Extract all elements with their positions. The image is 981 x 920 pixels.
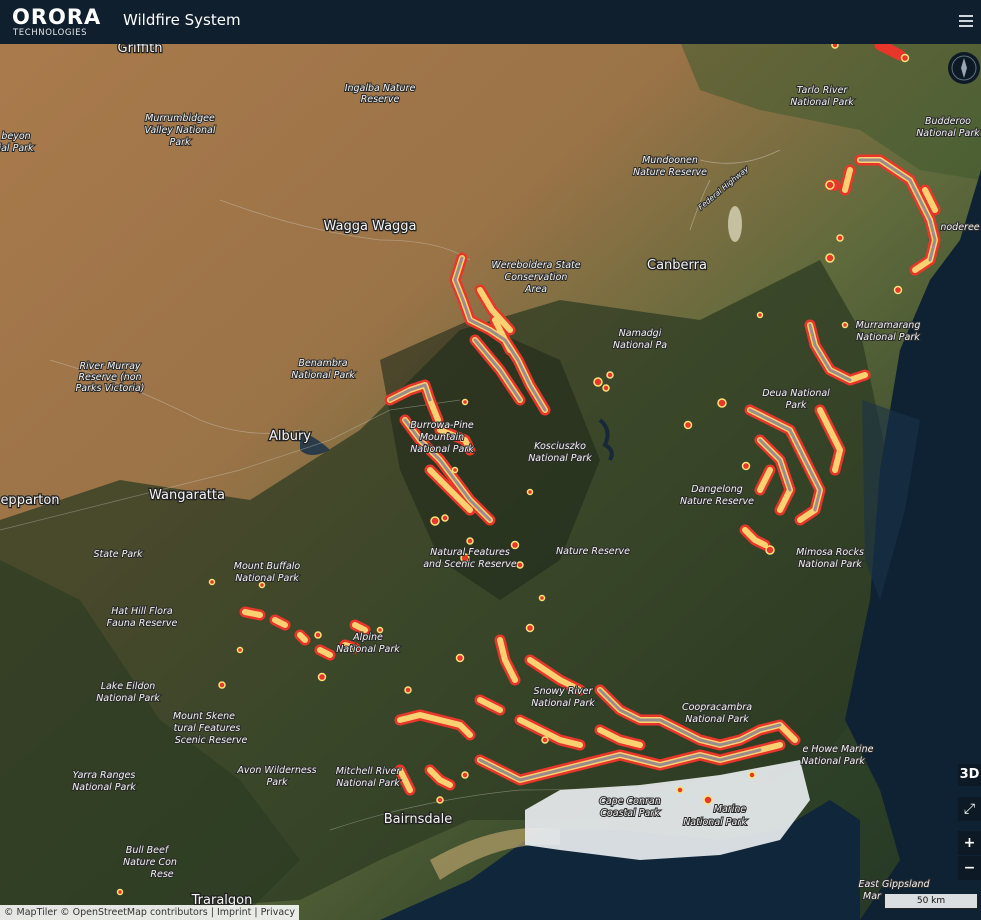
label-east-gippsland-1: East Gippsland [858, 879, 930, 890]
label-bairnsdale: Bairnsdale [384, 812, 452, 827]
label-snowy-river-2: National Park [531, 698, 595, 709]
label-burrowa-3: National Park [410, 444, 474, 455]
label-murrumbidgee-3: Park [170, 137, 191, 148]
label-alpine-1: Alpine [352, 632, 383, 643]
label-hat-hill-2: Fauna Reserve [107, 618, 178, 629]
label-burrowa-1: Burrowa-Pine [410, 420, 474, 431]
label-benambra-2: National Park [291, 370, 355, 381]
label-hat-hill-1: Hat Hill Flora [111, 606, 173, 617]
label-mount-skene-2: tural Features [174, 723, 241, 734]
label-beyon-2: ial Park [0, 143, 34, 154]
fullscreen-icon[interactable]: ⤢ [958, 797, 981, 821]
label-canberra: Canberra [647, 258, 707, 273]
app-header: ORORA TECHNOLOGIES Wildfire System [0, 0, 981, 44]
map-attribution[interactable]: © MapTiler © OpenStreetMap contributors … [0, 905, 299, 920]
label-marine-park-2: National Park [683, 817, 747, 828]
label-mimosa-2: National Park [798, 559, 862, 570]
label-griffith: Griffith [118, 44, 163, 56]
app-title: Wildfire System [123, 11, 241, 29]
label-lake-eildon-1: Lake Eildon [101, 681, 156, 692]
compass-icon[interactable] [948, 52, 980, 84]
label-ingalba-1: Ingalba Nature [345, 83, 416, 94]
label-bull-beef-2: Nature Con [123, 857, 177, 868]
label-benambra-1: Benambra [298, 358, 347, 369]
label-dangelong-1: Dangelong [691, 484, 743, 495]
label-croajingolong-2: National Park [801, 756, 865, 767]
label-tarlo-2: National Park [790, 97, 854, 108]
label-moderee: noderee [940, 222, 979, 233]
label-shepparton: epparton [0, 493, 59, 508]
label-wangaratta: Wangaratta [149, 488, 225, 503]
scale-bar: 50 km [884, 894, 978, 909]
lake-george [728, 206, 742, 242]
label-murramarang-1: Murramarang [856, 320, 921, 331]
label-tarlo-1: Tarlo River [797, 85, 849, 96]
label-bull-beef-1: Bull Beef [126, 845, 170, 856]
label-mount-skene-1: Mount Skene [173, 711, 235, 722]
label-deua-2: Park [786, 400, 807, 411]
label-burrowa-2: Mountain [420, 432, 464, 443]
label-beyon-1: beyon [1, 131, 30, 142]
label-yarra-ranges-2: National Park [72, 782, 136, 793]
label-murrumbidgee-1: Murrumbidgee [145, 113, 215, 124]
label-cape-conran-2: Coastal Park [600, 808, 660, 819]
label-coopracambra-1: Coopracambra [682, 702, 752, 713]
label-nature-reserve: Nature Reserve [556, 546, 630, 557]
label-east-gippsland-2: Mar [863, 891, 882, 902]
label-natural-features-2: and Scenic Reserve [423, 559, 517, 570]
label-marine-park-1: Marine [714, 804, 747, 815]
label-namadgi-2: National Pa [613, 340, 667, 351]
label-wereboldera-3: Area [524, 284, 547, 295]
label-lake-eildon-2: National Park [96, 693, 160, 704]
label-dangelong-2: Nature Reserve [680, 496, 754, 507]
label-river-murray-2: Reserve (non [78, 372, 141, 383]
label-avon-1: Avon Wilderness [236, 765, 316, 776]
label-mitchell-river-2: National Park [336, 778, 400, 789]
logo-subtitle: TECHNOLOGIES [13, 28, 88, 38]
label-coopracambra-2: National Park [685, 714, 749, 725]
label-murramarang-2: National Park [856, 332, 920, 343]
map-canvas[interactable]: Griffith Ingalba Nature Reserve Murrumbi… [0, 44, 981, 920]
label-alpine-2: National Park [336, 644, 400, 655]
orora-logo[interactable]: ORORA TECHNOLOGIES [12, 5, 102, 39]
label-croajingolong-1: e Howe Marine [803, 744, 874, 755]
label-bull-beef-3: Rese [150, 869, 173, 880]
satellite-map: Griffith Ingalba Nature Reserve Murrumbi… [0, 44, 981, 920]
label-namadgi-1: Namadgi [619, 328, 662, 339]
label-ingalba-2: Reserve [361, 94, 400, 105]
label-natural-features-1: Natural Features [430, 547, 510, 558]
label-mundoonen-1: Mundoonen [642, 155, 698, 166]
label-cape-conran-1: Cape Conran [599, 796, 661, 807]
label-mount-buffalo-2: National Park [235, 573, 299, 584]
label-state-park: State Park [93, 549, 143, 560]
label-mimosa-1: Mimosa Rocks [796, 547, 864, 558]
label-murrumbidgee-2: Valley National [144, 125, 215, 136]
label-mitchell-river-1: Mitchell River [336, 766, 402, 777]
label-deua-1: Deua National [762, 388, 830, 399]
view-3d-button[interactable]: 3D [958, 764, 981, 786]
label-river-murray-3: Parks Victoria) [76, 383, 145, 394]
label-river-murray-1: River Murray [79, 361, 140, 372]
label-wereboldera-1: Wereboldera State [491, 260, 580, 271]
label-wagga-wagga: Wagga Wagga [323, 219, 416, 234]
label-mount-skene-3: Scenic Reserve [175, 735, 248, 746]
label-budderoo-1: Budderoo [925, 116, 971, 127]
logo-wordmark: ORORA [12, 5, 102, 29]
zoom-out-button[interactable]: − [958, 856, 981, 880]
label-yarra-ranges-1: Yarra Ranges [73, 770, 136, 781]
label-avon-2: Park [267, 777, 288, 788]
label-snowy-river-1: Snowy River [534, 686, 594, 697]
label-mount-buffalo-1: Mount Buffalo [234, 561, 301, 572]
label-wereboldera-2: Conservation [505, 272, 568, 283]
label-mundoonen-2: Nature Reserve [633, 167, 707, 178]
label-kosciuszko-1: Kosciuszko [534, 441, 586, 452]
hamburger-menu-icon[interactable] [957, 12, 975, 30]
zoom-in-button[interactable]: + [958, 831, 981, 855]
label-kosciuszko-2: National Park [528, 453, 592, 464]
label-budderoo-2: National Park [916, 128, 980, 139]
label-albury: Albury [269, 429, 311, 444]
